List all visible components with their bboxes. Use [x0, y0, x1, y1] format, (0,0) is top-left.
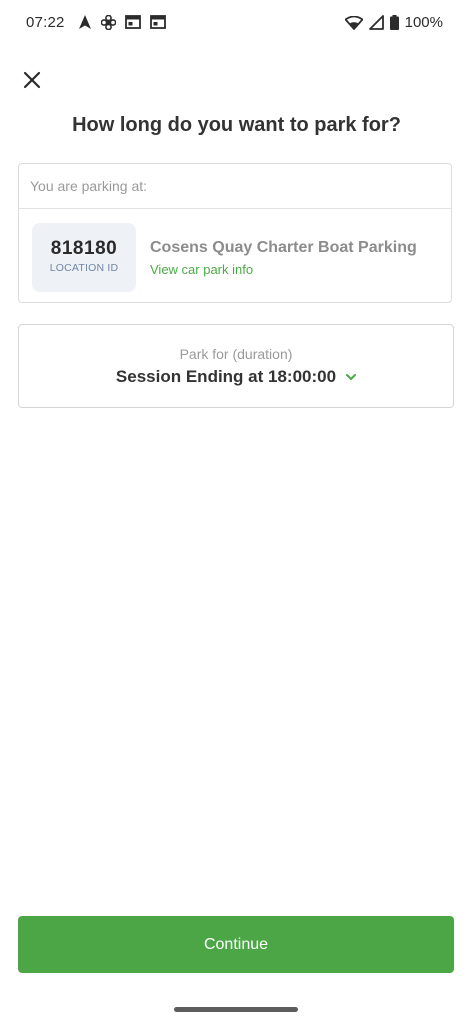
close-button[interactable]: [18, 66, 46, 94]
duration-label: Park for (duration): [179, 346, 293, 362]
continue-button[interactable]: Continue: [18, 916, 454, 973]
location-id-badge: 818180 LOCATION ID: [32, 223, 136, 292]
battery-icon: [389, 15, 399, 30]
location-id-label: LOCATION ID: [49, 262, 119, 274]
pinwheel-icon: [101, 14, 116, 30]
home-indicator[interactable]: [174, 1007, 298, 1012]
location-card-body: 818180 LOCATION ID Cosens Quay Charter B…: [19, 209, 451, 303]
duration-selector[interactable]: Park for (duration) Session Ending at 18…: [18, 324, 454, 408]
duration-value-row: Session Ending at 18:00:00: [19, 367, 453, 387]
status-bar: 07:22 100%: [0, 0, 473, 48]
location-card-header: You are parking at:: [19, 164, 451, 209]
location-number: 818180: [50, 238, 118, 259]
view-car-park-info-link[interactable]: View car park info: [150, 262, 253, 277]
page-title: How long do you want to park for?: [72, 114, 401, 136]
navigation-icon: [79, 15, 91, 29]
system-icons: 100%: [344, 14, 443, 31]
wifi-icon: [344, 15, 363, 30]
location-card: You are parking at: 818180 LOCATION ID C…: [18, 163, 452, 303]
notification-icons: [78, 14, 166, 30]
battery-percentage: 100%: [404, 14, 443, 31]
window-icon: [150, 15, 166, 29]
close-icon: [23, 71, 41, 89]
chevron-down-icon: [346, 373, 357, 380]
duration-value: Session Ending at 18:00:00: [115, 367, 337, 386]
window-icon: [125, 15, 141, 29]
parking-duration-screen: 07:22 100% How long do you want to park …: [0, 0, 473, 1024]
signal-icon: [368, 15, 384, 30]
car-park-name: Cosens Quay Charter Boat Parking: [150, 239, 417, 256]
status-time: 07:22: [26, 14, 65, 31]
